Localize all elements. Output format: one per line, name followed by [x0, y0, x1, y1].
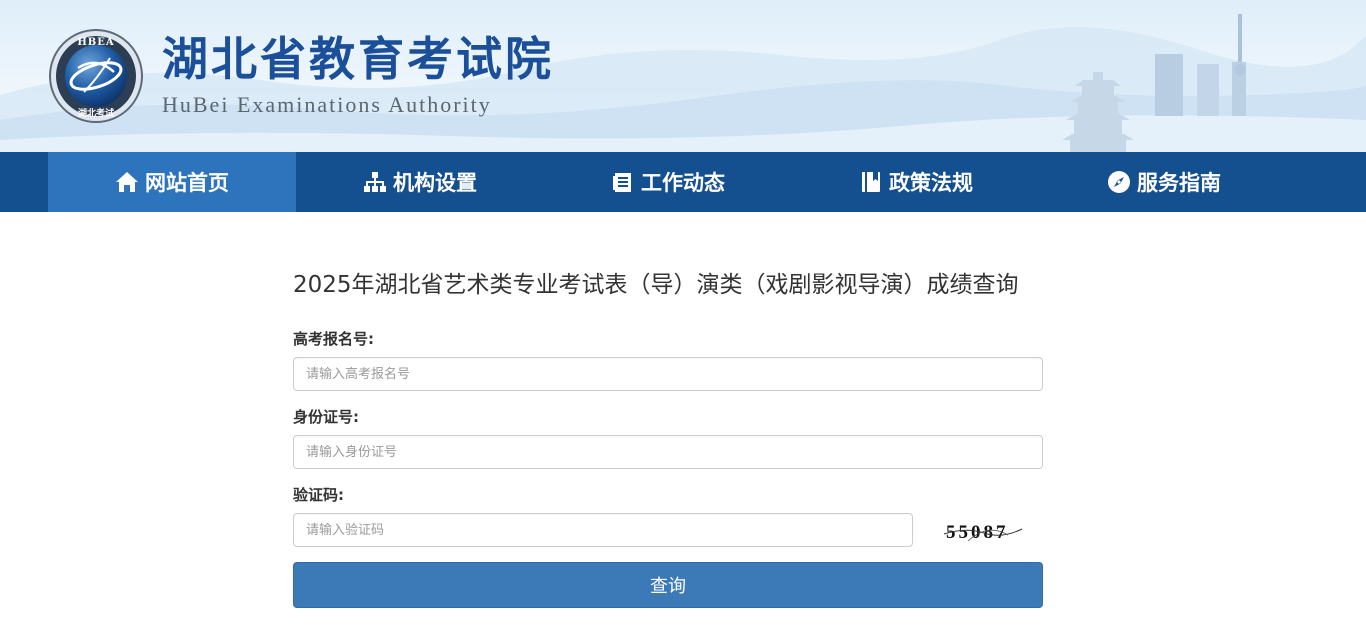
- document-icon: [611, 170, 635, 194]
- svg-text:55087: 55087: [946, 522, 1009, 543]
- compass-icon: [1107, 170, 1131, 194]
- exam-number-input[interactable]: [293, 357, 1043, 391]
- header-banner: HBEA 湖北考试 湖北省教育考试院 HuBei Examinations Au…: [0, 0, 1366, 152]
- captcha-image[interactable]: 55087: [938, 515, 1028, 547]
- id-number-label: 身份证号:: [293, 408, 359, 426]
- nav-item-label: 网站首页: [145, 171, 229, 195]
- main-navigation: 网站首页 机构设置 工作动态 政策法规 服务指南: [0, 152, 1366, 212]
- site-subtitle: HuBei Examinations Authority: [162, 92, 492, 117]
- home-icon: [115, 170, 139, 194]
- book-icon: [859, 170, 883, 194]
- nav-item-news[interactable]: 工作动态: [544, 152, 792, 212]
- nav-item-label: 工作动态: [641, 171, 725, 195]
- nav-item-organization[interactable]: 机构设置: [296, 152, 544, 212]
- nav-item-label: 服务指南: [1137, 171, 1221, 195]
- site-title: 湖北省教育考试院: [162, 32, 554, 86]
- nav-item-service-guide[interactable]: 服务指南: [1040, 152, 1288, 212]
- captcha-input[interactable]: [293, 513, 913, 547]
- exam-number-label: 高考报名号:: [293, 330, 374, 348]
- svg-text:湖北考试: 湖北考试: [78, 107, 114, 119]
- svg-text:HBEA: HBEA: [77, 37, 114, 48]
- query-button[interactable]: 查询: [293, 562, 1043, 608]
- form-title: 2025年湖北省艺术类专业考试表（导）演类（戏剧影视导演）成绩查询: [293, 272, 1019, 298]
- id-number-input[interactable]: [293, 435, 1043, 469]
- nav-item-label: 机构设置: [393, 171, 477, 195]
- hbea-emblem-logo: HBEA 湖北考试: [49, 29, 143, 123]
- nav-item-label: 政策法规: [889, 171, 973, 195]
- org-chart-icon: [363, 170, 387, 194]
- captcha-label: 验证码:: [293, 486, 344, 504]
- nav-item-policy[interactable]: 政策法规: [792, 152, 1040, 212]
- nav-item-home[interactable]: 网站首页: [48, 152, 296, 212]
